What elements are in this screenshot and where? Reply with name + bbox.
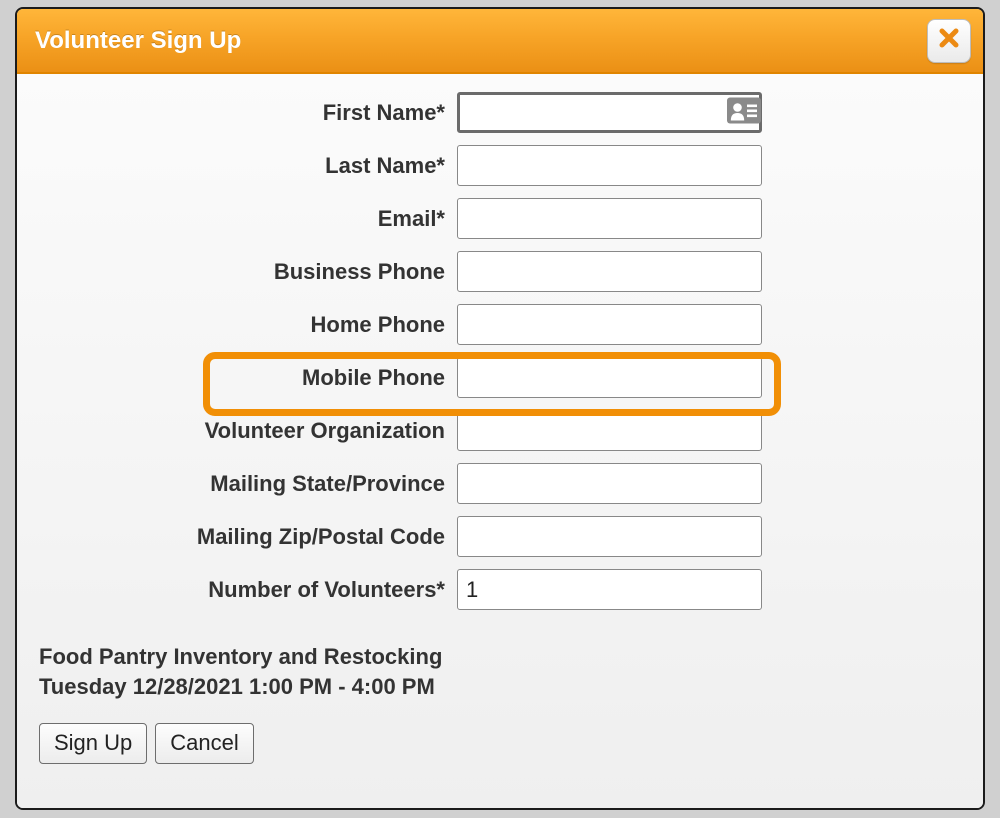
volunteer-signup-modal: Volunteer Sign Up First Name* xyxy=(15,7,985,810)
email-input[interactable] xyxy=(457,198,762,239)
mailing-state-input[interactable] xyxy=(457,463,762,504)
mobile-phone-input[interactable] xyxy=(457,357,762,398)
event-schedule: Tuesday 12/28/2021 1:00 PM - 4:00 PM xyxy=(39,672,961,702)
last-name-input[interactable] xyxy=(457,145,762,186)
business-phone-label: Business Phone xyxy=(39,259,457,285)
business-phone-input[interactable] xyxy=(457,251,762,292)
home-phone-row: Home Phone xyxy=(39,304,961,345)
last-name-row: Last Name* xyxy=(39,145,961,186)
volunteer-org-row: Volunteer Organization xyxy=(39,410,961,451)
button-row: Sign Up Cancel xyxy=(39,723,961,764)
modal-title-bar: Volunteer Sign Up xyxy=(17,9,983,74)
email-row: Email* xyxy=(39,198,961,239)
event-name: Food Pantry Inventory and Restocking xyxy=(39,644,442,669)
mailing-state-label: Mailing State/Province xyxy=(39,471,457,497)
mailing-state-row: Mailing State/Province xyxy=(39,463,961,504)
first-name-label: First Name* xyxy=(39,100,457,126)
home-phone-label: Home Phone xyxy=(39,312,457,338)
business-phone-row: Business Phone xyxy=(39,251,961,292)
first-name-row: First Name* xyxy=(39,92,961,133)
first-name-input[interactable] xyxy=(457,92,762,133)
volunteer-org-label: Volunteer Organization xyxy=(39,418,457,444)
home-phone-input[interactable] xyxy=(457,304,762,345)
volunteer-org-input[interactable] xyxy=(457,410,762,451)
num-volunteers-row: Number of Volunteers* xyxy=(39,569,961,610)
close-button[interactable] xyxy=(927,19,971,63)
num-volunteers-input[interactable] xyxy=(457,569,762,610)
num-volunteers-label: Number of Volunteers* xyxy=(39,577,457,603)
mobile-phone-label: Mobile Phone xyxy=(39,365,457,391)
close-icon xyxy=(937,26,961,55)
signup-button[interactable]: Sign Up xyxy=(39,723,147,764)
email-label: Email* xyxy=(39,206,457,232)
mailing-zip-row: Mailing Zip/Postal Code xyxy=(39,516,961,557)
last-name-label: Last Name* xyxy=(39,153,457,179)
mobile-phone-row: Mobile Phone xyxy=(39,357,961,398)
event-info: Food Pantry Inventory and Restocking Tue… xyxy=(39,642,961,701)
mailing-zip-input[interactable] xyxy=(457,516,762,557)
modal-content: First Name* Last Name* xyxy=(17,74,983,808)
modal-title: Volunteer Sign Up xyxy=(35,27,241,55)
cancel-button[interactable]: Cancel xyxy=(155,723,253,764)
mailing-zip-label: Mailing Zip/Postal Code xyxy=(39,524,457,550)
